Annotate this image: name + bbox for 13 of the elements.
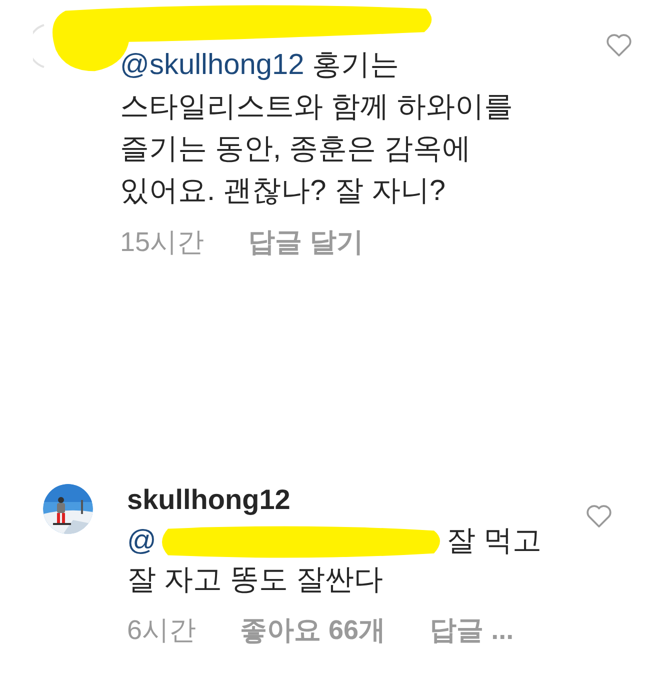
comment-text: 즐기는 동안, 종훈은 감옥에 [120,132,472,167]
comment-text: 잘 자고 똥도 잘싼다 [127,563,384,598]
heart-icon[interactable] [585,503,613,529]
mention-link[interactable]: @ [127,522,156,561]
heart-icon[interactable] [605,32,633,58]
comment-text: 홍기는 [312,48,400,83]
username[interactable]: skullhong12 [127,484,290,516]
comment-text: 있어요. 괜찮나? 잘 자니? [120,174,446,209]
timestamp: 6시간 [127,614,196,647]
comment-text: 스타일리스트와 함께 하와이를 [120,90,514,125]
mention-link[interactable]: @skullhong12 [120,44,304,86]
timestamp: 15시간 [120,226,204,259]
comment-text: 잘 먹고 [446,524,542,559]
